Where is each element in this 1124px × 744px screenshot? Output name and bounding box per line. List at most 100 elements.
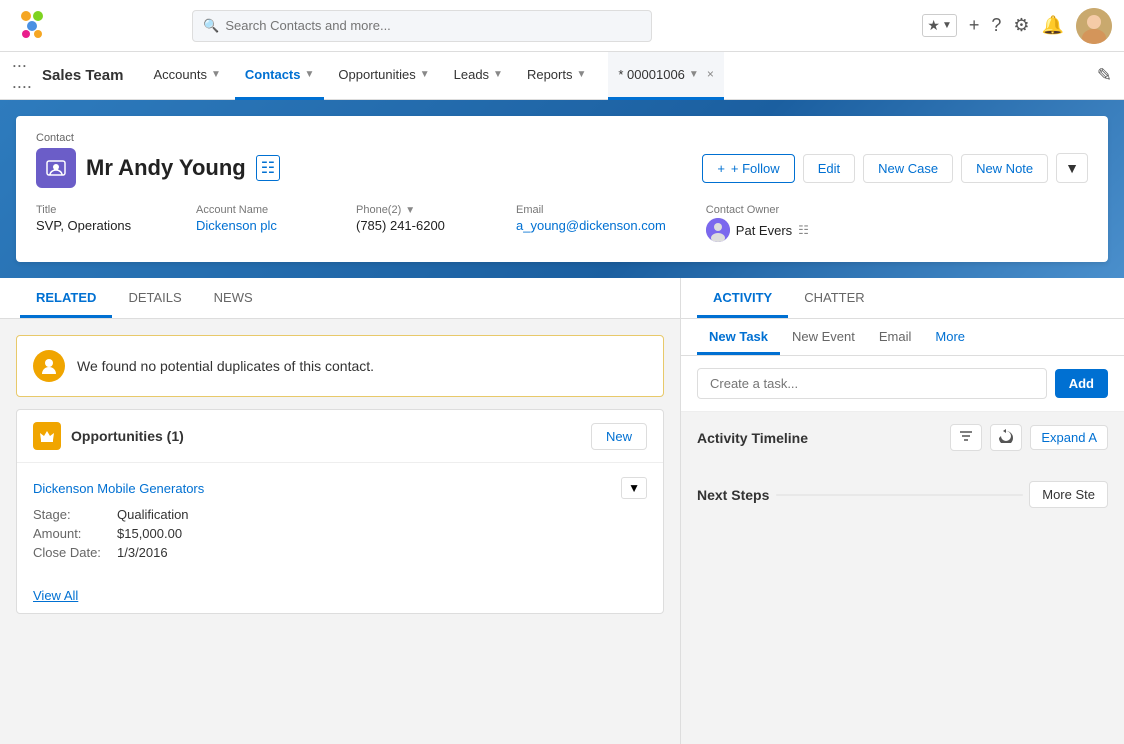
email-label: Email [516,204,666,216]
left-tabs-bar: RELATED DETAILS NEWS [0,278,680,319]
tab-label: * 00001006 [618,67,685,82]
avatar-image [1076,8,1112,44]
email-link[interactable]: a_young@dickenson.com [516,218,666,233]
opportunities-icon [33,422,61,450]
opportunity-link[interactable]: Dickenson Mobile Generators [33,481,204,496]
account-field: Account Name Dickenson plc [196,204,316,242]
phone-value: (785) 241-6200 [356,218,476,233]
subtab-new-task[interactable]: New Task [697,319,780,355]
filter-button[interactable] [950,424,982,451]
sidebar-item-reports[interactable]: Reports ▼ [517,52,596,100]
account-label: Account Name [196,204,316,216]
left-content: We found no potential duplicates of this… [0,319,680,630]
opp-stage-row: Stage: Qualification [33,507,647,522]
account-value: Dickenson plc [196,218,316,233]
notifications-button[interactable]: 🔔 [1042,15,1064,36]
tab-details[interactable]: DETAILS [112,278,197,318]
owner-row: Pat Evers ☷ [706,218,826,242]
reports-label: Reports [527,67,573,82]
add-button[interactable]: + [969,15,980,36]
owner-settings-icon[interactable]: ☷ [798,223,809,237]
title-field: Title SVP, Operations [36,204,156,242]
top-nav-icons: ★ ▼ + ? ⚙ 🔔 [922,8,1112,44]
app-logo [12,6,52,46]
task-input[interactable] [697,368,1047,399]
settings-button[interactable]: ⚙ [1013,15,1029,36]
next-steps-header: Next Steps More Ste [697,473,1108,516]
tab-news[interactable]: NEWS [198,278,269,318]
tab-chatter[interactable]: CHATTER [788,278,880,318]
contact-name: Mr Andy Young [86,155,246,181]
task-input-area: Add [681,356,1124,412]
contact-actions: + + Follow Edit New Case New Note ▼ [702,153,1088,183]
main-body: RELATED DETAILS NEWS We found no potenti… [0,278,1124,744]
sidebar-item-opportunities[interactable]: Opportunities ▼ [328,52,439,100]
opportunity-dropdown-button[interactable]: ▼ [621,477,647,499]
contact-fields: Title SVP, Operations Account Name Dicke… [36,204,1088,242]
owner-avatar [706,218,730,242]
phone-chevron-icon[interactable]: ▼ [405,205,415,216]
crown-icon [39,428,55,444]
tab-related[interactable]: RELATED [20,278,112,318]
new-case-button[interactable]: New Case [863,154,953,183]
activity-timeline: Activity Timeline Expand A [681,412,1124,473]
app-name: Sales Team [42,67,123,84]
amount-label: Amount: [33,526,113,541]
subtab-email[interactable]: Email [867,319,924,355]
subtab-new-event[interactable]: New Event [780,319,867,355]
help-button[interactable]: ? [991,15,1001,36]
search-bar[interactable]: 🔍 [192,10,652,42]
sidebar-item-contacts[interactable]: Contacts ▼ [235,52,325,100]
contact-icon-badge [36,148,76,188]
edit-contact-button[interactable]: Edit [803,154,855,183]
close-tab-button[interactable]: × [707,67,714,81]
chevron-down-icon: ▼ [689,69,699,80]
app-nav: ∙∙∙∙∙∙∙ Sales Team Accounts ▼ Contacts ▼… [0,52,1124,100]
contact-breadcrumb: Contact [36,132,1088,144]
opp-close-row: Close Date: 1/3/2016 [33,545,647,560]
tab-activity[interactable]: ACTIVITY [697,278,788,318]
section-content: Dickenson Mobile Generators ▼ Stage: Qua… [17,463,663,578]
org-chart-icon[interactable]: ☷ [256,155,280,181]
follow-button[interactable]: + + Follow [702,154,794,183]
person-icon [40,357,58,375]
left-panel: RELATED DETAILS NEWS We found no potenti… [0,278,680,744]
search-input[interactable] [225,18,641,33]
chevron-down-icon: ▼ [211,69,221,80]
record-tab[interactable]: * 00001006 ▼ × [608,52,723,100]
contact-header: Mr Andy Young ☷ + + Follow Edit New Case… [36,148,1088,188]
grid-icon[interactable]: ∙∙∙∙∙∙∙ [12,55,32,97]
sidebar-item-leads[interactable]: Leads ▼ [444,52,513,100]
stage-value: Qualification [117,507,189,522]
title-label: Title [36,204,156,216]
refresh-button[interactable] [990,424,1022,451]
more-steps-button[interactable]: More Ste [1029,481,1108,508]
divider [776,494,1023,496]
owner-field: Contact Owner Pat Evers ☷ [706,204,826,242]
activity-sub-tabs: New Task New Event Email More [681,319,1124,356]
new-opportunity-button[interactable]: New [591,423,647,450]
close-value: 1/3/2016 [117,545,168,560]
chevron-down-icon: ▼ [493,69,503,80]
sidebar-item-accounts[interactable]: Accounts ▼ [143,52,230,100]
right-tabs-bar: ACTIVITY CHATTER [681,278,1124,319]
close-label: Close Date: [33,545,113,560]
contact-card: Contact Mr Andy Young ☷ + + Follow [16,116,1108,262]
account-link[interactable]: Dickenson plc [196,218,277,233]
subtab-more[interactable]: More [923,319,977,355]
favorites-button[interactable]: ★ ▼ [922,14,956,37]
search-icon: 🔍 [203,18,219,34]
user-avatar[interactable] [1076,8,1112,44]
plus-icon: + [717,161,725,176]
expand-button[interactable]: Expand A [1030,425,1108,450]
new-note-button[interactable]: New Note [961,154,1048,183]
leads-label: Leads [454,67,489,82]
view-all-link[interactable]: View All [17,578,663,613]
next-steps-title: Next Steps [697,487,769,503]
refresh-icon [999,429,1013,443]
accounts-label: Accounts [153,67,206,82]
section-header: Opportunities (1) New [17,410,663,463]
edit-button[interactable]: ✎ [1097,65,1112,86]
more-actions-button[interactable]: ▼ [1056,153,1088,183]
add-task-button[interactable]: Add [1055,369,1108,398]
